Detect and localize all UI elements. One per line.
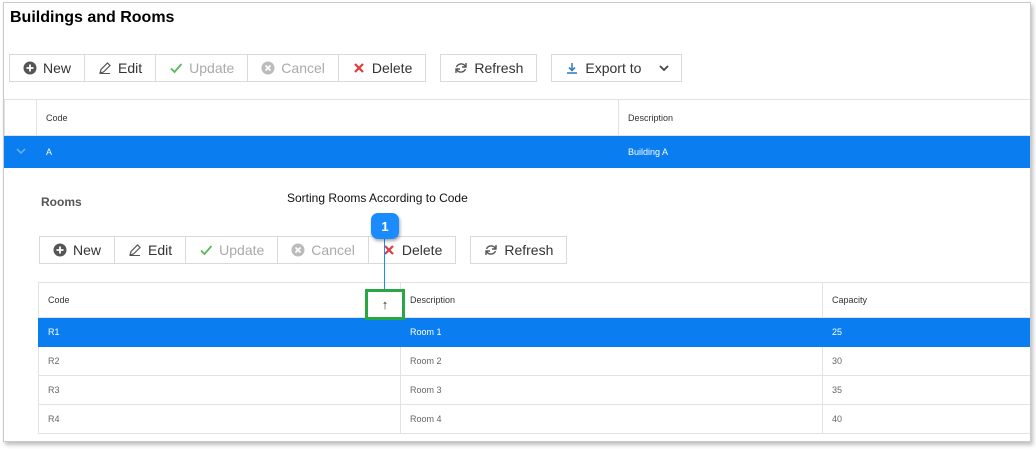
check-icon (169, 61, 183, 75)
cancel-circle-icon (291, 243, 305, 257)
cell-capacity: 25 (822, 317, 1030, 347)
update-button[interactable]: Update (156, 55, 249, 81)
cancel-circle-icon (261, 61, 275, 75)
table-row[interactable]: R2 Room 2 30 (38, 346, 1030, 376)
buildings-grid: Code Description A Building A (4, 99, 1030, 168)
annotation-text: Sorting Rooms According to Code (287, 191, 468, 205)
cell-description: Room 2 (400, 346, 823, 376)
column-header-code[interactable]: Code (38, 282, 401, 318)
rooms-grid: Code Description Capacity R1 Room 1 25 R… (38, 282, 1030, 434)
rooms-update-button[interactable]: Update (186, 237, 279, 263)
cancel-button[interactable]: Cancel (248, 55, 339, 81)
buildings-header-row: Code Description (4, 99, 1030, 136)
cell-code: R3 (38, 375, 401, 405)
refresh-button[interactable]: Refresh (441, 55, 537, 81)
rooms-refresh-group: Refresh (470, 236, 568, 264)
column-header-capacity[interactable]: Capacity (822, 282, 1030, 318)
cell-code: R4 (38, 404, 401, 434)
cell-description: Room 4 (400, 404, 823, 434)
rooms-cancel-button[interactable]: Cancel (278, 237, 369, 263)
delete-x-icon (352, 61, 366, 75)
chevron-down-icon (657, 61, 671, 75)
table-row[interactable]: R4 Room 4 40 (38, 404, 1030, 434)
cell-capacity: 40 (822, 404, 1030, 434)
new-button[interactable]: New (10, 55, 86, 81)
export-label: Export to (585, 60, 642, 76)
rooms-new-button[interactable]: New (40, 237, 116, 263)
pencil-icon (128, 243, 142, 257)
cell-code: R1 (38, 317, 401, 347)
chevron-down-icon[interactable] (15, 145, 27, 157)
rooms-edit-button[interactable]: Edit (115, 237, 187, 263)
cell-capacity: 35 (822, 375, 1030, 405)
annotation-connector (384, 239, 385, 291)
page-title: Buildings and Rooms (10, 9, 175, 26)
pencil-icon (98, 61, 112, 75)
buildings-edit-group: New Edit Update Cancel Delete (9, 54, 427, 82)
refresh-label: Refresh (504, 242, 554, 258)
buildings-toolbar: New Edit Update Cancel Delete Refresh Ex… (9, 54, 683, 82)
cell-code: R2 (38, 346, 401, 376)
plus-circle-icon (23, 61, 37, 75)
refresh-label: Refresh (474, 60, 524, 76)
cell-description: Room 3 (400, 375, 823, 405)
plus-circle-icon (53, 243, 67, 257)
delete-label: Delete (371, 60, 413, 76)
delete-button[interactable]: Delete (338, 55, 426, 81)
refresh-icon (484, 243, 498, 257)
column-header-code[interactable]: Code (36, 99, 619, 136)
window-frame: Buildings and Rooms New Edit Update Canc… (3, 2, 1031, 442)
update-label: Update (219, 242, 265, 258)
annotation-badge: 1 (371, 213, 399, 239)
edit-button[interactable]: Edit (85, 55, 157, 81)
edit-label: Edit (148, 242, 173, 258)
cell-capacity: 30 (822, 346, 1030, 376)
delete-label: Delete (401, 242, 443, 258)
new-label: New (73, 242, 102, 258)
refresh-icon (454, 61, 468, 75)
rooms-section-title: Rooms (41, 195, 82, 209)
cell-description: Building A (618, 135, 1030, 168)
rooms-delete-button[interactable]: Delete (368, 237, 456, 263)
sort-indicator-highlight: ↑ (365, 289, 405, 320)
expand-cell[interactable] (4, 135, 37, 168)
refresh-group: Refresh (440, 54, 538, 82)
table-row[interactable]: A Building A (4, 135, 1030, 168)
rooms-refresh-button[interactable]: Refresh (471, 237, 567, 263)
cell-description: Room 1 (400, 317, 823, 347)
column-header-description[interactable]: Description (400, 282, 823, 318)
table-row[interactable]: R3 Room 3 35 (38, 375, 1030, 405)
export-button[interactable]: Export to (552, 55, 682, 81)
cell-code: A (36, 135, 619, 168)
rooms-header-row: Code Description Capacity (38, 282, 1030, 318)
export-group: Export to (551, 54, 683, 82)
rooms-edit-group: New Edit Update Cancel Delete (39, 236, 457, 264)
download-icon (565, 61, 579, 75)
new-label: New (43, 60, 72, 76)
table-row[interactable]: R1 Room 1 25 (38, 317, 1030, 347)
update-label: Update (189, 60, 235, 76)
rooms-toolbar: New Edit Update Cancel Delete Refresh (39, 236, 568, 264)
cancel-label: Cancel (311, 242, 355, 258)
edit-label: Edit (118, 60, 143, 76)
sort-ascending-icon[interactable]: ↑ (382, 297, 389, 312)
column-header-description[interactable]: Description (618, 99, 1030, 136)
expand-column-header (4, 99, 37, 136)
cancel-label: Cancel (281, 60, 325, 76)
check-icon (199, 243, 213, 257)
